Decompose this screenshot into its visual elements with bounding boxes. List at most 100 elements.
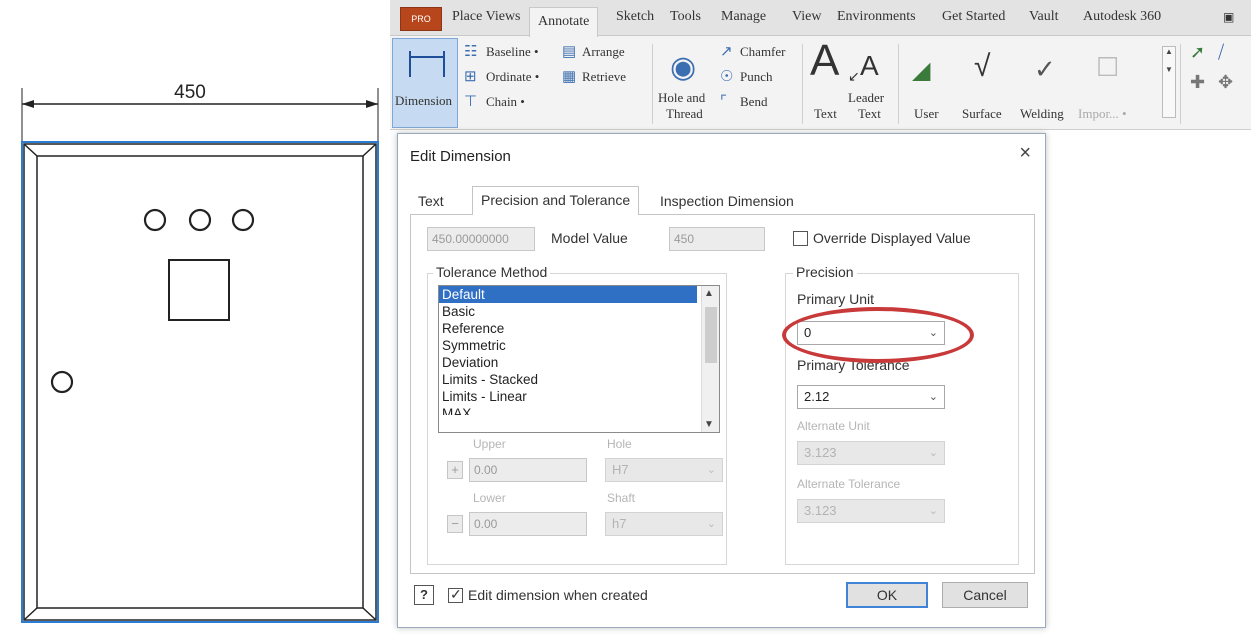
leader-text-button[interactable]: A ↙ Leader Text [846, 40, 892, 126]
override-label: Override Displayed Value [813, 230, 971, 246]
tab-get-started[interactable]: Get Started [942, 0, 1005, 36]
tab-text[interactable]: Text [418, 190, 444, 214]
leader-arrow-icon: ↙ [848, 68, 860, 84]
surface-symbol-icon: √ [974, 50, 991, 83]
edit-when-created-checkbox[interactable] [448, 586, 463, 603]
chain-tool[interactable]: ⊤ Chain • [464, 92, 554, 112]
primary-tolerance-select[interactable]: 2.12 ⌄ [797, 385, 945, 409]
list-item-limits-linear[interactable]: Limits - Linear [439, 388, 719, 405]
alternate-unit-select[interactable]: 3.123 ⌄ [797, 441, 945, 465]
alternate-tolerance-select[interactable]: 3.123 ⌄ [797, 499, 945, 523]
hole-thread-icon: ◉ [670, 51, 697, 84]
leader-text-icon: A [860, 50, 879, 81]
cancel-button[interactable]: Cancel [942, 582, 1028, 608]
baseline-tool[interactable]: ☷ Baseline • [464, 42, 554, 62]
hole-thread-button[interactable]: ◉ Hole and Thread [654, 40, 714, 126]
upper-label: Upper [473, 437, 506, 451]
chain-icon: ⊤ [464, 93, 478, 110]
tab-annotate[interactable]: Annotate [529, 7, 599, 37]
tab-inspection-dimension[interactable]: Inspection Dimension [660, 190, 794, 214]
dimension-450[interactable]: 450 [21, 82, 379, 170]
tab-sketch[interactable]: Sketch [616, 0, 654, 36]
retrieve-tool[interactable]: ▦ Retrieve [562, 67, 647, 87]
chevron-down-icon: ⌄ [928, 505, 938, 517]
lower-field[interactable]: 0.00 [469, 512, 587, 536]
gallery-scroll[interactable]: ▲ ▼ [1162, 46, 1176, 118]
surface-symbol-button[interactable]: √ Surface [960, 40, 1016, 126]
minus-button[interactable]: − [447, 515, 463, 533]
sketch-hatch-icon[interactable]: ⧸ [1218, 42, 1224, 63]
list-item-symmetric[interactable]: Symmetric [439, 337, 719, 354]
ordinate-tool[interactable]: ⊞ Ordinate • [464, 67, 554, 87]
welding-symbol-button[interactable]: ✓ Welding [1018, 40, 1078, 126]
ribbon: PRO Place Views Annotate Sketch Tools Ma… [390, 0, 1251, 130]
import-symbol-button[interactable]: ☐ Impor... • [1078, 40, 1148, 126]
hole-select[interactable]: H7 ⌄ [605, 458, 723, 482]
user-symbol-button[interactable]: ◢ User [904, 40, 950, 126]
ribbon-tab-bar: PRO Place Views Annotate Sketch Tools Ma… [390, 0, 1251, 37]
punch-tool[interactable]: ☉ Punch [720, 67, 800, 87]
edit-dimension-dialog: Edit Dimension × Text Precision and Tole… [397, 133, 1046, 628]
tab-autodesk-360[interactable]: Autodesk 360 [1083, 0, 1161, 36]
shaft-label: Shaft [607, 491, 636, 505]
list-item-max[interactable]: MAX [439, 405, 719, 415]
ribbon-toggle-icon[interactable]: ▣ [1223, 0, 1234, 36]
tab-place-views[interactable]: Place Views [452, 0, 521, 36]
chevron-down-icon: ⌄ [928, 391, 938, 403]
scroll-down-icon[interactable]: ▼ [704, 419, 714, 430]
sketch-move-icon[interactable]: ✥ [1218, 72, 1233, 93]
list-item-basic[interactable]: Basic [439, 303, 719, 320]
dimension-button[interactable]: Dimension [392, 38, 458, 128]
ordinate-icon: ⊞ [464, 68, 477, 85]
sketch-line-icon[interactable]: ➚ [1190, 42, 1205, 63]
baseline-icon: ☷ [464, 43, 478, 60]
text-button[interactable]: A Text [806, 36, 846, 126]
chevron-down-icon: ⌄ [928, 447, 938, 459]
chevron-down-icon: ⌄ [928, 327, 938, 339]
tolerance-method-title: Tolerance Method [433, 264, 551, 280]
tab-vault[interactable]: Vault [1029, 0, 1059, 36]
shaft-select[interactable]: h7 ⌄ [605, 512, 723, 536]
help-button[interactable]: ? [414, 585, 434, 605]
list-scrollbar[interactable]: ▲ ▼ [701, 286, 719, 432]
ok-button[interactable]: OK [846, 582, 928, 608]
close-icon[interactable]: × [1019, 142, 1031, 165]
tab-precision-and-tolerance[interactable]: Precision and Tolerance [472, 186, 640, 215]
tab-manage[interactable]: Manage [721, 0, 766, 36]
sketch-add-icon[interactable]: ✚ [1190, 72, 1205, 93]
dimension-value: 450 [174, 82, 206, 103]
tab-view[interactable]: View [792, 0, 821, 36]
application-menu-button[interactable]: PRO [400, 7, 442, 31]
list-item-limits-stacked[interactable]: Limits - Stacked [439, 371, 719, 388]
arrange-tool[interactable]: ▤ Arrange [562, 42, 647, 62]
chamfer-icon: ↗ [720, 43, 733, 60]
dimension-icon [409, 51, 445, 77]
tolerance-method-list[interactable]: Default Basic Reference Symmetric Deviat… [438, 285, 720, 433]
alternate-tolerance-label: Alternate Tolerance [797, 477, 901, 491]
panel-drawing: 450 [21, 82, 379, 623]
lower-label: Lower [473, 491, 506, 505]
primary-unit-select[interactable]: 0 ⌄ [797, 321, 945, 345]
plus-button[interactable]: + [447, 461, 463, 479]
bend-tool[interactable]: ⌜ Bend [720, 92, 800, 112]
scroll-thumb[interactable] [705, 307, 717, 363]
tab-environments[interactable]: Environments [837, 0, 916, 36]
list-item-deviation[interactable]: Deviation [439, 354, 719, 371]
welding-symbol-icon: ✓ [1034, 54, 1056, 84]
chamfer-tool[interactable]: ↗ Chamfer [720, 42, 800, 62]
override-checkbox[interactable] [793, 231, 808, 246]
hole-value: H7 [612, 462, 629, 477]
edit-when-created-label: Edit dimension when created [468, 587, 648, 603]
upper-field[interactable]: 0.00 [469, 458, 587, 482]
list-item-default[interactable]: Default [439, 286, 697, 303]
primary-unit-label: Primary Unit [797, 291, 875, 307]
primary-tolerance-value: 2.12 [804, 389, 830, 404]
alternate-unit-value: 3.123 [804, 445, 837, 460]
square-cutout [168, 259, 230, 321]
scroll-up-icon[interactable]: ▲ [704, 288, 714, 299]
tab-tools[interactable]: Tools [670, 0, 701, 36]
model-value-field: 450.00000000 [427, 227, 535, 251]
import-symbol-icon: ☐ [1096, 52, 1120, 82]
alternate-tolerance-value: 3.123 [804, 503, 837, 518]
list-item-reference[interactable]: Reference [439, 320, 719, 337]
